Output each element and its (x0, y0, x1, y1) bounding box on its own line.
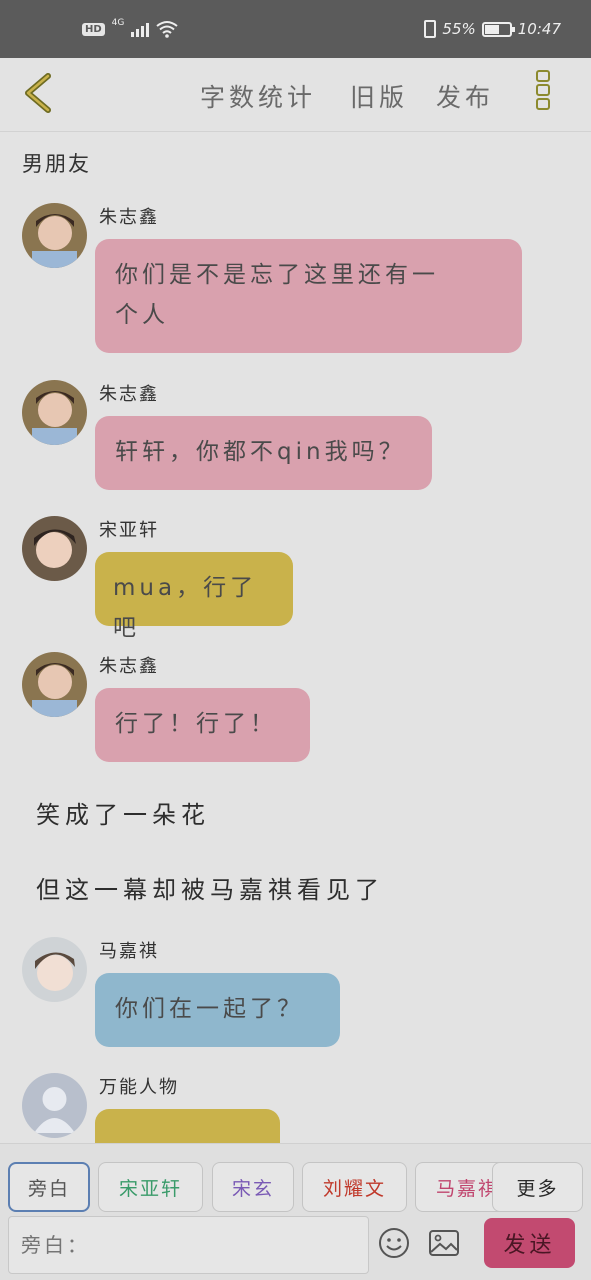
top-toolbar: 字数统计 旧版 发布 (0, 58, 591, 132)
network-type: 4G (111, 18, 125, 28)
speaker-name: 马嘉祺 (99, 941, 159, 962)
message-text: 你们是不是忘了这里还有一 (115, 262, 439, 288)
wifi-icon (156, 21, 178, 38)
message-bubble[interactable]: 你们在一起了？ (95, 973, 340, 1047)
more-characters-button[interactable]: 更多 (492, 1162, 583, 1212)
speaker-name: 朱志鑫 (99, 207, 159, 228)
send-button[interactable]: 发送 (484, 1218, 575, 1268)
message-input[interactable] (8, 1216, 369, 1274)
character-chip-narrator[interactable]: 旁白 (8, 1162, 90, 1212)
narration-text[interactable]: 笑成了一朵花 (36, 795, 210, 830)
message-bubble[interactable]: 你们是不是忘了这里还有一 个人 (95, 239, 522, 353)
composer-panel: 旁白 宋亚轩 宋玄 刘耀文 马嘉祺 更多 发送 (0, 1143, 591, 1280)
message-text: 个人 (115, 302, 169, 328)
vibrate-icon (424, 20, 437, 38)
default-avatar-icon[interactable] (22, 1073, 87, 1138)
chat-title: 男朋友 (22, 152, 91, 176)
publish-button[interactable]: 发布 (436, 78, 494, 114)
avatar[interactable] (22, 937, 87, 1002)
character-chip[interactable]: 宋亚轩 (98, 1162, 203, 1212)
speaker-name: 宋亚轩 (99, 520, 159, 541)
narration-text[interactable]: 但这一幕却被马嘉祺看见了 (36, 870, 384, 905)
message-text: mua，行了吧 (113, 575, 258, 641)
image-icon[interactable] (427, 1226, 461, 1260)
battery-percent: 55% (442, 20, 476, 38)
word-count-button[interactable]: 字数统计 (200, 78, 316, 114)
character-chip[interactable]: 宋玄 (212, 1162, 294, 1212)
battery-icon (481, 21, 515, 37)
signal-icon (131, 21, 150, 37)
message-bubble[interactable]: 行了！行了！ (95, 688, 310, 762)
old-version-button[interactable]: 旧版 (350, 78, 408, 114)
status-bar: HD 4G 55% 10:47 (0, 0, 591, 58)
hd-badge: HD (82, 22, 105, 36)
speaker-name: 朱志鑫 (99, 656, 159, 677)
emoji-icon[interactable] (377, 1226, 411, 1260)
avatar[interactable] (22, 380, 87, 445)
back-icon[interactable] (18, 70, 58, 116)
speaker-name: 万能人物 (99, 1077, 179, 1098)
message-text: 行了！行了！ (115, 711, 277, 737)
message-item: 万能人物 (22, 1073, 582, 1143)
message-text: 轩轩，你都不qin我吗？ (115, 439, 406, 465)
speaker-name: 朱志鑫 (99, 384, 159, 405)
avatar[interactable] (22, 652, 87, 717)
message-bubble[interactable] (95, 1109, 280, 1143)
message-text: 你们在一起了？ (115, 996, 304, 1022)
more-menu-icon[interactable] (536, 70, 552, 112)
message-bubble[interactable]: 轩轩，你都不qin我吗？ (95, 416, 432, 490)
character-chip[interactable]: 刘耀文 (302, 1162, 407, 1212)
message-bubble[interactable]: mua，行了吧 (95, 552, 293, 641)
clock: 10:47 (517, 20, 561, 38)
avatar[interactable] (22, 516, 87, 581)
avatar[interactable] (22, 203, 87, 268)
